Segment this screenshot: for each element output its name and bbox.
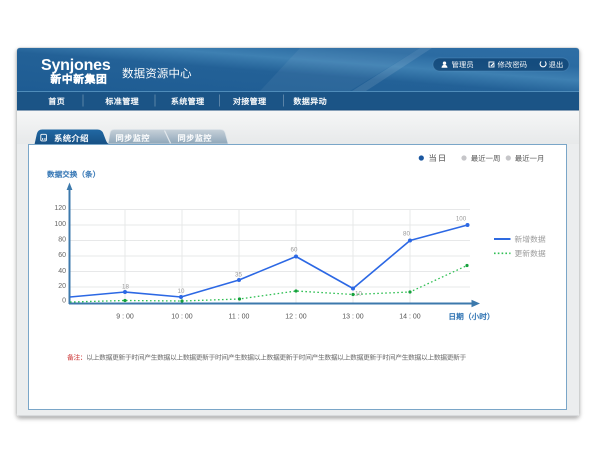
svg-text:60: 60 [291,247,298,254]
svg-text:10: 10 [178,288,185,295]
svg-text:9 : 00: 9 : 00 [116,314,134,321]
svg-text:12 : 00: 12 : 00 [285,314,307,321]
svg-text:10 : 00: 10 : 00 [171,314,193,321]
svg-text:13 : 00: 13 : 00 [342,314,364,321]
svg-text:Synjones: Synjones [41,57,111,74]
svg-text:80: 80 [58,237,66,244]
svg-text:11 : 00: 11 : 00 [229,314,250,321]
svg-text:10: 10 [355,291,362,298]
svg-text:35: 35 [235,272,242,279]
svg-text:40: 40 [58,268,66,275]
svg-text:80: 80 [403,231,410,238]
svg-text:100: 100 [456,216,467,223]
svg-text:60: 60 [58,252,66,259]
svg-text:0: 0 [62,297,66,304]
svg-text:20: 20 [58,283,66,290]
svg-text:18: 18 [122,284,129,291]
svg-text:120: 120 [54,205,66,212]
svg-text:14 : 00: 14 : 00 [399,314,421,321]
svg-text:100: 100 [54,221,66,228]
